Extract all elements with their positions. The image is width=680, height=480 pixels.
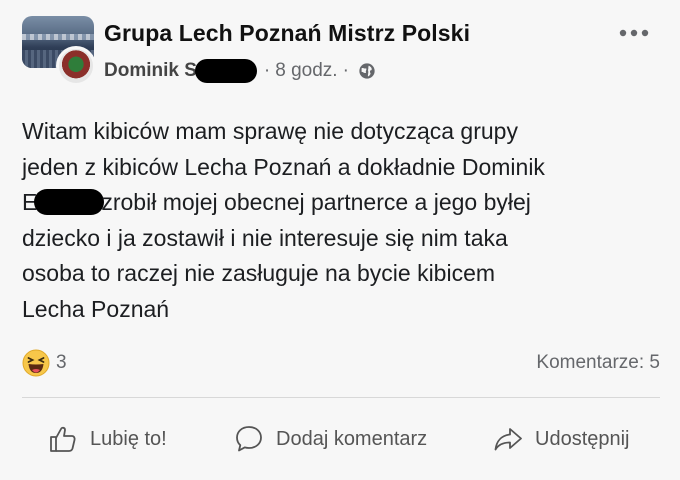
comments-count-link[interactable]: Komentarze: 5 bbox=[536, 352, 660, 374]
reactions-summary[interactable]: 3 bbox=[22, 349, 67, 377]
more-options-icon[interactable] bbox=[618, 28, 650, 38]
redaction-mark bbox=[194, 59, 257, 83]
post-line-rest: zrobił mojej obecnej partnerce a jego by… bbox=[101, 189, 531, 215]
like-button[interactable]: Lubię to! bbox=[48, 424, 167, 454]
post-line: Lecha Poznań bbox=[22, 295, 170, 322]
share-arrow-icon bbox=[494, 428, 522, 451]
meta-separator-2: · bbox=[342, 60, 349, 81]
comment-button[interactable]: Dodaj komentarz bbox=[234, 424, 427, 454]
group-avatar[interactable] bbox=[22, 16, 96, 88]
post-line: dziecko i ja zostawił i nie interesuje s… bbox=[22, 224, 508, 251]
author-name[interactable]: Dominik S bbox=[104, 60, 197, 82]
post-time[interactable]: 8 godz. bbox=[275, 60, 337, 82]
redaction-mark bbox=[34, 189, 105, 215]
post-meta: Dominik S · 8 godz. · bbox=[104, 58, 376, 84]
post-line: Ezrobił mojej obecnej partnerce a jego b… bbox=[22, 185, 662, 221]
post-body: Witam kibiców mam sprawę nie dotycząca g… bbox=[22, 114, 662, 327]
divider bbox=[22, 397, 660, 398]
share-button[interactable]: Udostępnij bbox=[493, 424, 630, 454]
reaction-count: 3 bbox=[56, 352, 67, 373]
comment-label: Dodaj komentarz bbox=[276, 427, 428, 450]
facebook-post: Grupa Lech Poznań Mistrz Polski Dominik … bbox=[0, 0, 680, 480]
post-line: Witam kibiców mam sprawę nie dotycząca g… bbox=[22, 118, 518, 144]
haha-emoji-icon bbox=[22, 349, 50, 377]
like-label: Lubię to! bbox=[90, 427, 167, 450]
globe-icon bbox=[359, 63, 375, 79]
meta-separator: · bbox=[263, 60, 271, 81]
thumbs-up-icon bbox=[50, 426, 76, 452]
group-name-link[interactable]: Grupa Lech Poznań Mistrz Polski bbox=[104, 20, 470, 47]
post-line: jeden z kibiców Lecha Poznań a dokładnie… bbox=[22, 153, 545, 180]
author-avatar[interactable] bbox=[56, 46, 96, 86]
post-line: osoba to raczej nie zasługuje na bycie k… bbox=[22, 260, 496, 286]
comment-bubble-icon bbox=[236, 426, 262, 452]
share-label: Udostępnij bbox=[535, 427, 630, 450]
